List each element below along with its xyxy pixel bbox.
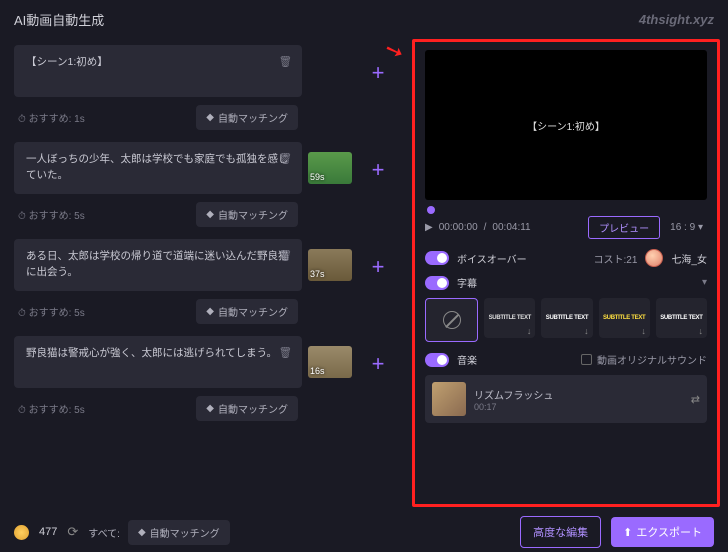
scene-card: 野良猫は警戒心が強く、太郎には逃げられてしまう。 🗑 ⏱ おすすめ: 5s ◆自… xyxy=(14,336,396,425)
thumb-duration: 16s xyxy=(310,366,325,376)
video-preview[interactable]: 【シーン1:初め】 xyxy=(425,50,707,200)
none-icon xyxy=(443,311,461,329)
add-scene-button[interactable]: + xyxy=(360,142,396,198)
voice-avatar[interactable] xyxy=(645,249,663,267)
scene-thumb[interactable]: 59s xyxy=(308,152,352,184)
delete-icon[interactable]: 🗑 xyxy=(279,152,292,168)
auto-match-all-button[interactable]: ◆ 自動マッチング xyxy=(128,520,230,545)
all-label: すべて: xyxy=(88,525,120,540)
scene-card: ある日、太郎は学校の帰り道で道端に迷い込んだ野良猫に出会う。 🗑 ⏱ おすすめ:… xyxy=(14,239,396,328)
thumb-duration: 59s xyxy=(310,172,325,182)
scene-card: 一人ぼっちの少年、太郎は学校でも家庭でも孤独を感じていた。 🗑 ⏱ おすすめ: … xyxy=(14,142,396,231)
auto-match-button[interactable]: ◆自動マッチング xyxy=(196,105,298,130)
subtitle-style-label: SUBTITLE TEXT xyxy=(603,315,645,321)
music-toggle[interactable] xyxy=(425,353,449,367)
download-icon[interactable]: ↓ xyxy=(699,326,704,336)
recommend-label: ⏱ おすすめ: 1s xyxy=(18,110,85,125)
music-thumb xyxy=(432,382,466,416)
voiceover-label: ボイスオーバー xyxy=(457,251,527,266)
subtitle-style-option[interactable]: SUBTITLE TEXT ↓ xyxy=(656,298,707,338)
scene-text[interactable]: 【シーン1:初め】 🗑 xyxy=(14,45,302,97)
coin-icon xyxy=(14,525,29,540)
voiceover-toggle[interactable] xyxy=(425,251,449,265)
timeline-playhead[interactable] xyxy=(427,206,435,214)
preview-button[interactable]: プレビュー xyxy=(588,216,660,239)
download-icon[interactable]: ↓ xyxy=(584,326,589,336)
music-track-duration: 00:17 xyxy=(474,402,683,412)
upload-icon: ⬆ xyxy=(623,526,632,539)
page-title: AI動画自動生成 xyxy=(14,10,104,29)
voice-name[interactable]: 七海_女 xyxy=(671,251,707,266)
add-scene-button[interactable]: + xyxy=(360,239,396,295)
original-sound-checkbox[interactable] xyxy=(581,354,592,365)
diamond-icon: ◆ xyxy=(138,527,146,538)
advanced-edit-button[interactable]: 高度な編集 xyxy=(520,516,601,548)
recommend-label: ⏱ おすすめ: 5s xyxy=(18,207,85,222)
footer: 477 ⟳ すべて: ◆ 自動マッチング 高度な編集 ⬆ エクスポート xyxy=(0,512,728,552)
delete-icon[interactable]: 🗑 xyxy=(279,55,292,71)
music-swap-icon[interactable]: ⇄ xyxy=(691,393,700,406)
music-track-name: リズムフラッシュ xyxy=(474,387,683,402)
thumb-duration: 37s xyxy=(310,269,325,279)
scene-card: 【シーン1:初め】 🗑 ⏱ おすすめ: 1s ◆自動マッチング + xyxy=(14,45,396,134)
aspect-ratio-select[interactable]: 16 : 9 ▾ xyxy=(666,219,707,236)
scenes-panel: 【シーン1:初め】 🗑 ⏱ おすすめ: 1s ◆自動マッチング + 一人ぼっちの… xyxy=(0,37,408,511)
subtitle-style-option[interactable]: SUBTITLE TEXT ↓ xyxy=(484,298,535,338)
delete-icon[interactable]: 🗑 xyxy=(279,249,292,265)
scene-thumb[interactable]: 37s xyxy=(308,249,352,281)
download-icon[interactable]: ↓ xyxy=(641,326,646,336)
play-button[interactable]: ▶ xyxy=(425,222,433,233)
subtitle-style-label: SUBTITLE TEXT xyxy=(489,315,531,321)
auto-match-button[interactable]: ◆自動マッチング xyxy=(196,396,298,421)
subtitle-style-label: SUBTITLE TEXT xyxy=(660,315,702,321)
subtitle-toggle[interactable] xyxy=(425,276,449,290)
total-time: 00:04:11 xyxy=(492,222,530,233)
preview-panel: ➘ 【シーン1:初め】 ▶ 00:00:00 / 00:04:11 プレビュー … xyxy=(412,39,720,507)
voiceover-cost: コスト:21 xyxy=(594,251,638,266)
diamond-icon: ◆ xyxy=(206,403,214,414)
delete-icon[interactable]: 🗑 xyxy=(279,346,292,362)
preview-scene-label: 【シーン1:初め】 xyxy=(527,118,605,133)
watermark: 4thsight.xyz xyxy=(639,12,714,27)
subtitle-label: 字幕 xyxy=(457,275,477,290)
music-label: 音楽 xyxy=(457,352,477,367)
recommend-label: ⏱ おすすめ: 5s xyxy=(18,401,85,416)
current-time: 00:00:00 xyxy=(439,222,478,233)
time-sep: / xyxy=(484,222,487,233)
credits-count: 477 xyxy=(39,526,57,538)
subtitle-style-list: SUBTITLE TEXT↓SUBTITLE TEXT↓SUBTITLE TEX… xyxy=(425,298,707,342)
add-scene-button[interactable]: + xyxy=(360,336,396,392)
scene-thumb[interactable]: 16s xyxy=(308,346,352,378)
subtitle-style-option[interactable]: SUBTITLE TEXT ↓ xyxy=(541,298,592,338)
download-icon[interactable]: ↓ xyxy=(527,326,532,336)
subtitle-style-option[interactable]: SUBTITLE TEXT ↓ xyxy=(599,298,650,338)
scene-text[interactable]: ある日、太郎は学校の帰り道で道端に迷い込んだ野良猫に出会う。 🗑 xyxy=(14,239,302,291)
diamond-icon: ◆ xyxy=(206,306,214,317)
auto-match-button[interactable]: ◆自動マッチング xyxy=(196,202,298,227)
music-track[interactable]: リズムフラッシュ 00:17 ⇄ xyxy=(425,375,707,423)
scene-text[interactable]: 野良猫は警戒心が強く、太郎には逃げられてしまう。 🗑 xyxy=(14,336,302,388)
refresh-button[interactable]: ⟳ xyxy=(67,524,78,540)
diamond-icon: ◆ xyxy=(206,112,214,123)
original-sound-label: 動画オリジナルサウンド xyxy=(597,352,707,367)
scene-text[interactable]: 一人ぼっちの少年、太郎は学校でも家庭でも孤独を感じていた。 🗑 xyxy=(14,142,302,194)
subtitle-style-label: SUBTITLE TEXT xyxy=(546,315,588,321)
recommend-label: ⏱ おすすめ: 5s xyxy=(18,304,85,319)
export-button[interactable]: ⬆ エクスポート xyxy=(611,517,714,547)
diamond-icon: ◆ xyxy=(206,209,214,220)
subtitle-style-option[interactable] xyxy=(425,298,478,342)
subtitle-expand[interactable]: ▾ xyxy=(702,277,707,288)
auto-match-button[interactable]: ◆自動マッチング xyxy=(196,299,298,324)
